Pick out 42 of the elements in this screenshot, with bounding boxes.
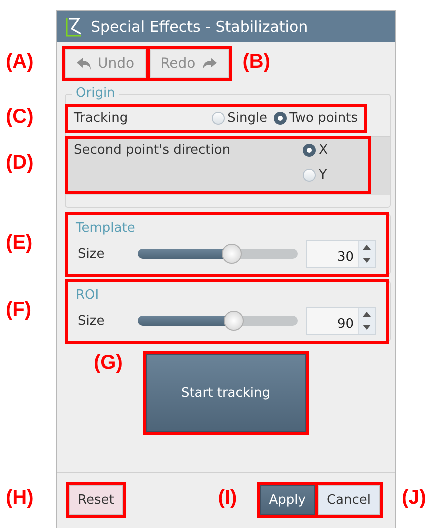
- radio-button[interactable]: [303, 144, 316, 157]
- down-arrow-icon: [363, 325, 371, 330]
- up-arrow-icon: [363, 245, 371, 250]
- annotation-label: (G): [94, 352, 123, 375]
- reset-button[interactable]: Reset: [69, 485, 124, 515]
- field-label: Second point's direction: [74, 143, 231, 160]
- annotation-label: (F): [6, 298, 32, 322]
- annotation-label: (A): [6, 50, 34, 74]
- up-arrow-icon: [363, 312, 371, 317]
- group-title: Origin: [72, 86, 120, 101]
- radio-button[interactable]: [303, 169, 316, 182]
- field-label: Tracking: [74, 111, 128, 126]
- field-label: Size: [78, 246, 106, 262]
- radio-button[interactable]: [274, 112, 287, 125]
- annotation-label: (E): [6, 232, 33, 254]
- highlight-frame: [257, 482, 318, 518]
- window-title: Special Effects - Stabilization: [91, 18, 308, 36]
- annotation-label: (J): [402, 487, 426, 510]
- slider-track[interactable]: [138, 311, 298, 331]
- annotation-label: (C): [6, 106, 34, 128]
- radio-option[interactable]: Y: [303, 168, 328, 183]
- slider-thumb[interactable]: [222, 244, 242, 264]
- annotation-label: (H): [6, 487, 34, 510]
- spin-box[interactable]: 30: [306, 240, 376, 268]
- redo-arrow-icon: [202, 56, 218, 70]
- field-label: Size: [78, 314, 106, 328]
- undo-arrow-icon: [76, 56, 92, 70]
- slider-thumb[interactable]: [224, 311, 244, 331]
- start-tracking-button[interactable]: Start tracking: [146, 354, 306, 432]
- annotation-label: (D): [6, 152, 34, 175]
- radio-option[interactable]: X: [303, 143, 328, 158]
- cancel-button[interactable]: Cancel: [318, 485, 380, 515]
- spin-box[interactable]: 90: [306, 307, 376, 335]
- highlight-frame: [66, 482, 126, 518]
- radio-option[interactable]: Two points: [274, 111, 358, 126]
- radio-button[interactable]: [212, 112, 225, 125]
- annotation-label: (I): [218, 487, 238, 510]
- annotation-label: (B): [242, 50, 271, 74]
- apply-button[interactable]: Apply: [260, 485, 315, 515]
- down-arrow-icon: [363, 258, 371, 263]
- slider-track[interactable]: [138, 244, 298, 264]
- radio-option[interactable]: Single: [212, 111, 268, 126]
